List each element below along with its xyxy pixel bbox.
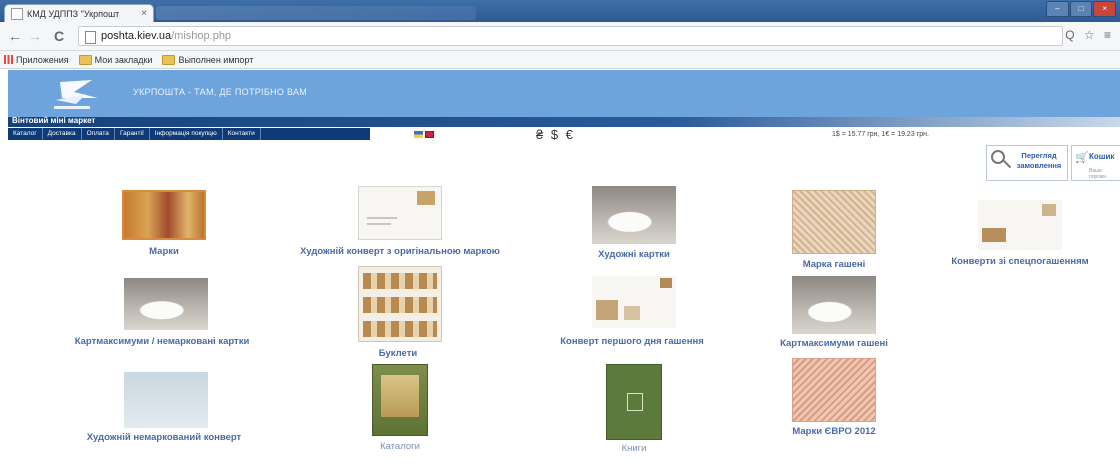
cart-label: Кошик — [1089, 152, 1115, 161]
menu-item-delivery[interactable]: Доставка — [43, 128, 82, 140]
currency-switcher[interactable]: ₴ $ € — [536, 127, 575, 142]
bookmark-label: Мои закладки — [94, 54, 153, 65]
catalog-item-label[interactable]: Каталоги — [380, 441, 420, 452]
folder-icon — [162, 54, 176, 65]
url-host: poshta.kiev.ua — [101, 30, 172, 42]
euro-2012-stamps-thumbnail[interactable] — [792, 358, 876, 422]
forward-arrow-icon[interactable]: → — [26, 26, 44, 46]
site-slogan: УКРПОШТА - ТАМ, ДЕ ПОТРІБНО ВАМ — [133, 87, 308, 97]
language-switcher — [414, 131, 434, 138]
folder-icon — [78, 54, 92, 65]
page-favicon-icon — [11, 7, 23, 20]
cart-status: Ваше порожн — [1089, 168, 1107, 180]
bookmark-label: Выполнен импорт — [178, 54, 254, 65]
bookmarks-bar: Приложения Мои закладки Выполнен импорт — [0, 51, 1120, 69]
bookmark-imported[interactable]: Выполнен импорт — [162, 54, 254, 65]
address-bar[interactable]: poshta.kiev.ua/mishop.php — [78, 26, 1063, 46]
first-day-cover-thumbnail[interactable] — [592, 276, 676, 328]
dove-card-thumbnail[interactable] — [592, 186, 676, 244]
catalog-item-label[interactable]: Конверт першого дня гашення — [560, 336, 704, 347]
dove-card-thumbnail[interactable] — [124, 278, 208, 330]
maximum-card-thumbnail[interactable] — [792, 276, 876, 334]
winter-envelope-thumbnail[interactable] — [124, 372, 208, 428]
menu-item-customer-info[interactable]: Інформація покупцю — [150, 128, 223, 140]
view-order-label: Перегляд замовлення — [1016, 151, 1062, 170]
menu-item-contacts[interactable]: Контакти — [223, 128, 261, 140]
background-tabs[interactable] — [156, 6, 476, 20]
menu-item-guarantees[interactable]: Гарантії — [115, 128, 150, 140]
tab-close-icon[interactable]: × — [141, 8, 147, 19]
site-banner: УКРПОШТА - ТАМ, ДЕ ПОТРІБНО ВАМ — [8, 70, 1120, 117]
shop-title: Вінтовий міні маркет — [12, 116, 96, 125]
browser-toolbar: ← → C poshta.kiev.ua/mishop.php Q ☆ ≡ — [0, 22, 1120, 51]
catalog-item-label[interactable]: Марки ЄВРО 2012 — [792, 426, 875, 437]
site-menu: Каталог Доставка Оплата Гарантії Інформа… — [8, 128, 370, 140]
exchange-rates: 1$ = 15.77 грн, 1€ = 19.23 грн. — [832, 131, 929, 138]
menu-item-payment[interactable]: Оплата — [82, 128, 115, 140]
apps-icon — [4, 55, 13, 64]
ukrposhta-logo-icon[interactable] — [46, 76, 116, 112]
catalog-item-label[interactable]: Картмаксимуми / немарковані картки — [75, 336, 250, 347]
catalog-item-label[interactable]: Марки — [149, 246, 179, 257]
english-flag-icon[interactable] — [425, 131, 434, 138]
cart-button[interactable]: 🛒 Кошик Ваше порожн — [1071, 145, 1120, 181]
window-controls: – □ × — [1046, 1, 1117, 17]
booklet-thumbnail[interactable] — [358, 266, 442, 342]
page-icon — [85, 31, 96, 44]
url-path: /mishop.php — [171, 30, 232, 42]
catalog-item-label[interactable]: Марка гашені — [803, 259, 866, 270]
special-cancel-envelope-thumbnail[interactable] — [978, 200, 1062, 250]
bookmark-my-bookmarks[interactable]: Мои закладки — [78, 54, 153, 65]
browser-tab[interactable]: КМД УДППЗ "Укрпошт × — [4, 4, 154, 22]
tab-title: КМД УДППЗ "Укрпошт — [27, 8, 120, 19]
catalog-item-label[interactable]: Художній конверт з оригінальною маркою — [300, 246, 500, 257]
bookmark-apps[interactable]: Приложения — [4, 55, 69, 65]
envelope-thumbnail[interactable] — [358, 186, 442, 240]
close-window-button[interactable]: × — [1093, 1, 1117, 17]
catalog-item-label[interactable]: Книги — [622, 443, 647, 454]
green-book-thumbnail[interactable] — [606, 364, 662, 440]
bookmark-label: Приложения — [16, 54, 69, 65]
stamps-thumbnail[interactable] — [122, 190, 206, 240]
cart-icon: 🛒 — [1075, 152, 1089, 164]
catalog-book-thumbnail[interactable] — [372, 364, 428, 436]
catalog-item-label[interactable]: Буклети — [379, 348, 417, 359]
minimize-button[interactable]: – — [1046, 1, 1069, 17]
ukrainian-flag-icon[interactable] — [414, 131, 423, 138]
back-arrow-icon[interactable]: ← — [6, 26, 24, 46]
reload-icon[interactable]: C — [50, 26, 68, 46]
maximize-button[interactable]: □ — [1069, 1, 1093, 17]
catalog-item-label[interactable]: Художній немаркований конверт — [87, 432, 241, 443]
catalog-item-label[interactable]: Конверти зі спецпогашенням — [951, 256, 1088, 267]
magnifier-handle — [1002, 159, 1012, 169]
cancelled-stamp-thumbnail[interactable] — [792, 190, 876, 254]
toolbar-zoom-star-menu-icons[interactable]: Q ☆ ≡ — [1065, 28, 1114, 42]
view-order-button[interactable]: Перегляд замовлення — [986, 145, 1068, 181]
catalog-item-label[interactable]: Картмаксимуми гашені — [780, 338, 888, 349]
menu-item-catalog[interactable]: Каталог — [8, 128, 43, 140]
catalog-item-label[interactable]: Художні картки — [598, 249, 670, 260]
browser-titlebar: КМД УДППЗ "Укрпошт × – □ × — [0, 0, 1120, 22]
shop-title-bar: Вінтовий міні маркет — [8, 116, 1120, 127]
